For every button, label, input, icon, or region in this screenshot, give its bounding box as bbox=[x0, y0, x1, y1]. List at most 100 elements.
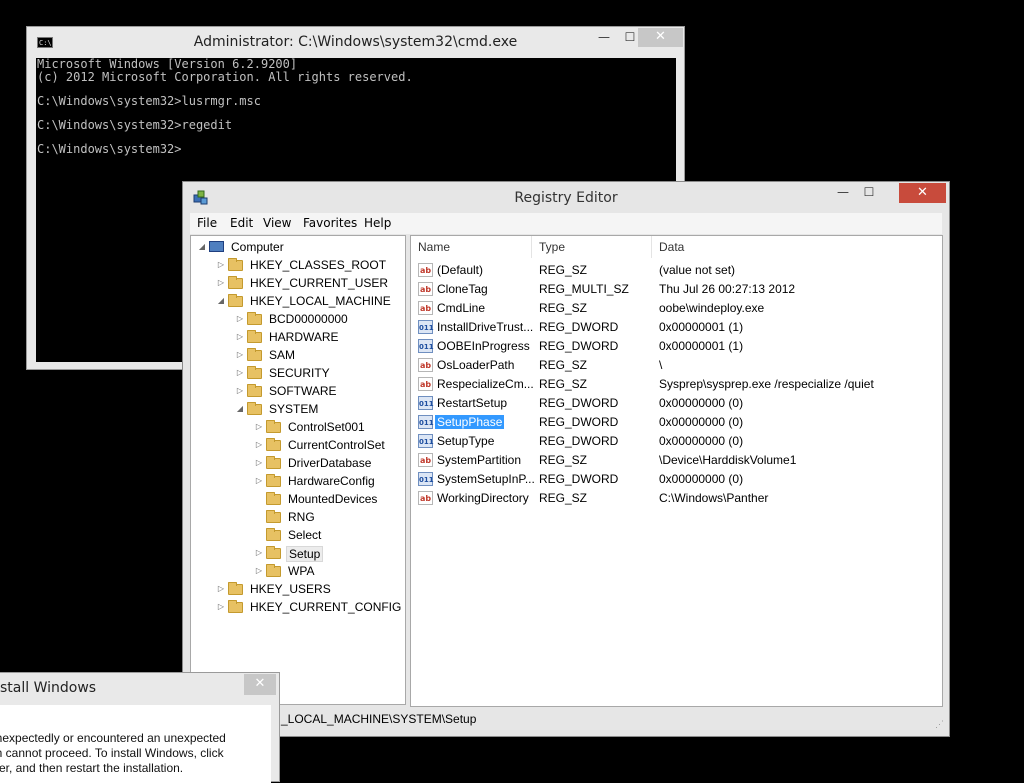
expand-arrow-icon[interactable]: ▷ bbox=[254, 475, 264, 487]
value-data: Sysprep\sysprep.exe /respecialize /quiet bbox=[659, 377, 874, 391]
resize-grip-icon[interactable]: ⋰ bbox=[935, 719, 945, 729]
expand-arrow-icon[interactable]: ▷ bbox=[254, 439, 264, 451]
binary-value-icon: 011 bbox=[418, 320, 434, 334]
tree-node-label[interactable]: SAM bbox=[267, 348, 297, 362]
tree-node-label[interactable]: HKEY_CLASSES_ROOT bbox=[248, 258, 388, 272]
tree-node-label[interactable]: Select bbox=[286, 528, 323, 542]
tree-node-label[interactable]: HKEY_CURRENT_USER bbox=[248, 276, 390, 290]
folder-icon bbox=[228, 258, 243, 271]
registry-values-list[interactable]: Name Type Data ab (Default) REG_SZ (value n… bbox=[410, 235, 943, 707]
cmd-output-line: Microsoft Windows [Version 6.2.9200] bbox=[37, 57, 298, 71]
tree-node-label[interactable]: WPA bbox=[286, 564, 316, 578]
collapse-arrow-icon[interactable]: ◢ bbox=[235, 403, 245, 415]
menu-view[interactable]: View bbox=[263, 216, 291, 230]
value-row[interactable]: ab CmdLine REG_SZ oobe\windeploy.exe bbox=[411, 299, 942, 318]
folder-icon bbox=[247, 330, 262, 343]
expand-arrow-icon[interactable]: ▷ bbox=[254, 565, 264, 577]
collapse-arrow-icon[interactable]: ◢ bbox=[216, 295, 226, 307]
cmd-output-line: (c) 2012 Microsoft Corporation. All righ… bbox=[37, 70, 413, 84]
column-header-name[interactable]: Name bbox=[411, 236, 532, 258]
folder-icon bbox=[247, 366, 262, 379]
value-row[interactable]: ab WorkingDirectory REG_SZ C:\Windows\Panth… bbox=[411, 489, 942, 508]
collapse-arrow-icon[interactable]: ◢ bbox=[197, 241, 207, 253]
tree-node-label[interactable]: HKEY_LOCAL_MACHINE bbox=[248, 294, 393, 308]
expand-arrow-icon[interactable]: ▷ bbox=[216, 583, 226, 595]
tree-node-label[interactable]: HKEY_USERS bbox=[248, 582, 333, 596]
value-data: oobe\windeploy.exe bbox=[659, 301, 765, 315]
cmd-titlebar[interactable]: C:\ Administrator: C:\Windows\system32\c… bbox=[27, 27, 684, 57]
tree-node-label[interactable]: CurrentControlSet bbox=[286, 438, 387, 452]
value-type: REG_SZ bbox=[539, 358, 588, 372]
install-dialog-message-line: uter, and then restart the installation. bbox=[0, 761, 184, 775]
registry-key-tree[interactable]: ◢ Computer ▷ HKEY_CLASSES_ROOT ▷ HKEY_CURRENT… bbox=[190, 235, 406, 705]
value-row[interactable]: 011 OOBEInProgress REG_DWORD 0x00000001 (1) bbox=[411, 337, 942, 356]
value-row[interactable]: ab (Default) REG_SZ (value not set) bbox=[411, 261, 942, 280]
expand-arrow-icon[interactable]: ▷ bbox=[235, 313, 245, 325]
value-row[interactable]: 011 InstallDriveTrust... REG_DWORD 0x000000… bbox=[411, 318, 942, 337]
tree-node-label[interactable]: HardwareConfig bbox=[286, 474, 377, 488]
expand-arrow-icon[interactable]: ▷ bbox=[254, 547, 264, 559]
folder-icon bbox=[266, 528, 281, 541]
expand-arrow-icon[interactable]: ▷ bbox=[216, 277, 226, 289]
tree-node-label[interactable]: RNG bbox=[286, 510, 317, 524]
tree-node-label[interactable]: Setup bbox=[286, 546, 324, 562]
tree-node-label[interactable]: ControlSet001 bbox=[286, 420, 367, 434]
binary-value-icon: 011 bbox=[418, 415, 434, 429]
cmd-prompt-line[interactable]: C:\Windows\system32> bbox=[37, 143, 182, 155]
value-type: REG_DWORD bbox=[539, 396, 619, 410]
menu-favorites[interactable]: Favorites bbox=[303, 216, 357, 230]
install-windows-dialog[interactable]: stall Windows ✕ unexpectedly or encounte… bbox=[0, 672, 280, 783]
value-row[interactable]: 011 SystemSetupInP... REG_DWORD 0x00000000 … bbox=[411, 470, 942, 489]
value-row[interactable]: ab OsLoaderPath REG_SZ \ bbox=[411, 356, 942, 375]
regedit-minimize-button[interactable]: — bbox=[830, 183, 856, 203]
value-name: RespecializeCm... bbox=[437, 377, 534, 391]
folder-icon bbox=[228, 582, 243, 595]
value-data: 0x00000000 (0) bbox=[659, 396, 744, 410]
tree-node-label[interactable]: Computer bbox=[229, 240, 286, 254]
menu-edit[interactable]: Edit bbox=[230, 216, 253, 230]
tree-node-label[interactable]: BCD00000000 bbox=[267, 312, 350, 326]
string-value-icon: ab bbox=[418, 263, 433, 277]
tree-node-label[interactable]: HKEY_CURRENT_CONFIG bbox=[248, 600, 403, 614]
value-data: 0x00000001 (1) bbox=[659, 320, 744, 334]
value-type: REG_DWORD bbox=[539, 472, 619, 486]
cmd-close-button[interactable]: ✕ bbox=[638, 28, 683, 47]
registry-editor-window[interactable]: Registry Editor — ☐ ✕ File Edit View Fav… bbox=[182, 181, 950, 737]
value-row[interactable]: ab CloneTag REG_MULTI_SZ Thu Jul 26 00:27:1… bbox=[411, 280, 942, 299]
menu-help[interactable]: Help bbox=[364, 216, 391, 230]
expand-arrow-icon[interactable]: ▷ bbox=[235, 367, 245, 379]
value-row[interactable]: 011 SetupType REG_DWORD 0x00000000 (0) bbox=[411, 432, 942, 451]
value-data: (value not set) bbox=[659, 263, 736, 277]
install-dialog-close-button[interactable]: ✕ bbox=[244, 674, 276, 695]
value-row[interactable]: 011 RestartSetup REG_DWORD 0x00000000 (0) bbox=[411, 394, 942, 413]
expand-arrow-icon[interactable]: ▷ bbox=[216, 259, 226, 271]
tree-node-label[interactable]: DriverDatabase bbox=[286, 456, 373, 470]
status-key-path: _LOCAL_MACHINE\SYSTEM\Setup bbox=[281, 712, 477, 726]
regedit-close-button[interactable]: ✕ bbox=[899, 183, 946, 203]
tree-node-label[interactable]: SOFTWARE bbox=[267, 384, 339, 398]
tree-node-label[interactable]: SYSTEM bbox=[267, 402, 320, 416]
menu-file[interactable]: File bbox=[197, 216, 217, 230]
column-header-data[interactable]: Data bbox=[652, 236, 942, 258]
folder-icon bbox=[266, 546, 281, 559]
expand-arrow-icon[interactable]: ▷ bbox=[235, 331, 245, 343]
value-row[interactable]: 011 SetupPhase REG_DWORD 0x00000000 (0) bbox=[411, 413, 942, 432]
value-name: WorkingDirectory bbox=[437, 491, 529, 505]
tree-node-label[interactable]: SECURITY bbox=[267, 366, 332, 380]
regedit-titlebar[interactable]: Registry Editor — ☐ ✕ bbox=[183, 182, 949, 212]
cmd-minimize-button[interactable]: — bbox=[591, 28, 617, 47]
value-row[interactable]: ab RespecializeCm... REG_SZ Sysprep\sysprep… bbox=[411, 375, 942, 394]
expand-arrow-icon[interactable]: ▷ bbox=[216, 601, 226, 613]
expand-arrow-icon[interactable]: ▷ bbox=[235, 349, 245, 361]
expand-arrow-icon[interactable]: ▷ bbox=[235, 385, 245, 397]
column-header-type[interactable]: Type bbox=[532, 236, 652, 258]
expand-arrow-icon[interactable]: ▷ bbox=[254, 457, 264, 469]
folder-icon bbox=[247, 312, 262, 325]
value-name: CloneTag bbox=[437, 282, 488, 296]
regedit-maximize-button[interactable]: ☐ bbox=[856, 183, 882, 203]
value-type: REG_SZ bbox=[539, 453, 588, 467]
tree-node-label[interactable]: MountedDevices bbox=[286, 492, 379, 506]
expand-arrow-icon[interactable]: ▷ bbox=[254, 421, 264, 433]
tree-node-label[interactable]: HARDWARE bbox=[267, 330, 341, 344]
value-row[interactable]: ab SystemPartition REG_SZ \Device\HarddiskV… bbox=[411, 451, 942, 470]
